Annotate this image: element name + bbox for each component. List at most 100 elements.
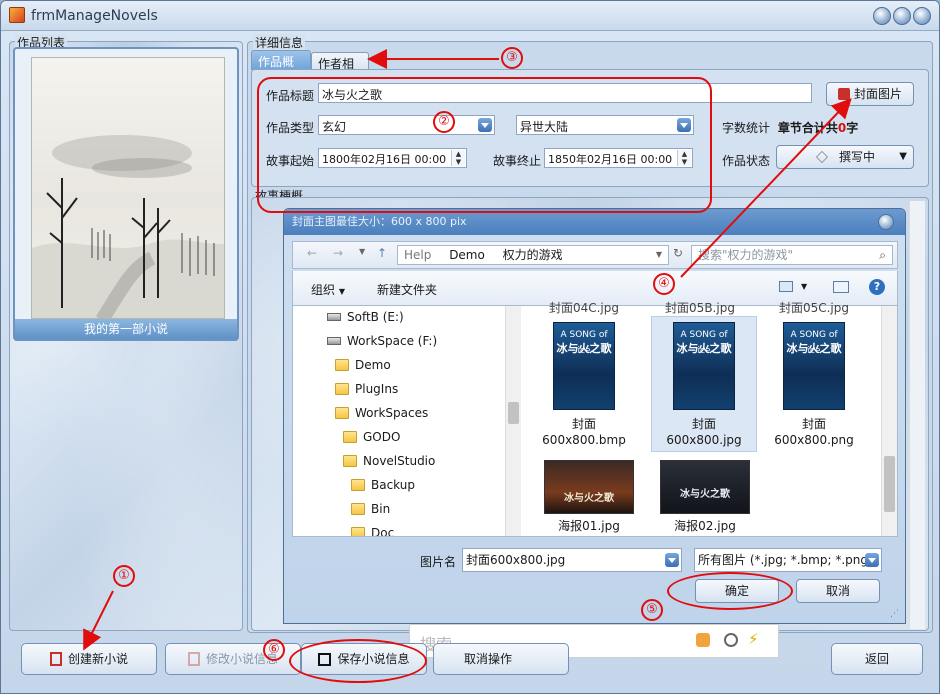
folder-icon <box>335 359 349 371</box>
file-poster-01[interactable]: 冰与火之歌 海报01.jpg <box>539 460 639 534</box>
minimize-button[interactable] <box>873 7 891 25</box>
preview-pane-icon[interactable] <box>833 281 849 293</box>
annotation-ellipse-ok <box>667 572 793 610</box>
word-count-prefix: 章节合计共 <box>777 121 838 135</box>
annotation-5: ⑤ <box>641 599 663 621</box>
tree-item-plugins[interactable]: PlugIns <box>335 382 398 396</box>
chevron-down-icon <box>865 553 879 567</box>
maximize-button[interactable] <box>893 7 911 25</box>
novel-card[interactable]: 我的第一部小说 <box>13 47 239 341</box>
filename-value: 封面600x800.jpg <box>466 553 566 567</box>
forward-arrow-icon[interactable]: → <box>333 246 343 260</box>
tree-scrollbar-thumb[interactable] <box>508 402 519 424</box>
title-bar: frmManageNovels <box>1 1 939 31</box>
details-label: 详细信息 <box>253 34 306 51</box>
resize-grip-icon[interactable]: ⋰ <box>890 609 899 619</box>
chevron-down-icon[interactable]: ▼ <box>359 247 365 256</box>
poster-thumbnail: 冰与火之歌 <box>660 460 750 514</box>
smile-icon[interactable] <box>696 633 710 647</box>
folder-icon <box>335 407 349 419</box>
synopsis-scrollbar[interactable] <box>909 201 925 629</box>
app-icon <box>9 7 25 23</box>
tree-item-backup[interactable]: Backup <box>351 478 415 492</box>
folder-icon <box>335 383 349 395</box>
novel-card-title: 我的第一部小说 <box>15 319 237 339</box>
breadcrumb-help[interactable]: Help <box>404 248 431 262</box>
up-arrow-icon[interactable]: ↑ <box>377 246 387 260</box>
files-scrollbar[interactable] <box>881 306 897 536</box>
file-cover-bmp[interactable]: A SONG of ice 冰与火之歌 封面 600x800.bmp <box>539 322 629 448</box>
tree-item-workspace-drive[interactable]: WorkSpace (F:) <box>327 334 437 348</box>
annotation-ellipse-save <box>289 639 427 683</box>
folder-tree: SoftB (E:) WorkSpace (F:) Demo PlugIns W… <box>293 306 505 536</box>
refresh-icon[interactable]: ↻ <box>673 246 683 260</box>
novel-cover-image <box>31 57 225 319</box>
create-novel-button[interactable]: 创建新小说 <box>21 643 157 675</box>
new-file-icon <box>49 652 62 666</box>
tree-scrollbar[interactable] <box>505 306 521 536</box>
chevron-down-icon[interactable]: ▼ <box>801 282 807 291</box>
dialog-close-button[interactable] <box>878 214 894 230</box>
annotation-3: ③ <box>501 47 523 69</box>
cover-image-button[interactable]: 封面图片 <box>826 82 914 106</box>
tree-item-demo[interactable]: Demo <box>335 358 391 372</box>
view-icon[interactable] <box>779 281 793 292</box>
close-button[interactable] <box>913 7 931 25</box>
folder-icon <box>351 527 365 536</box>
word-count-number: 0 <box>837 121 847 135</box>
file-partial-3[interactable]: 封面05C.jpg <box>769 300 859 316</box>
file-cover-png[interactable]: A SONG of ice 冰与火之歌 封面 600x800.png <box>769 322 859 448</box>
breadcrumb-current[interactable]: 权力的游戏 <box>503 248 563 262</box>
file-type-filter[interactable]: 所有图片 (*.jpg; *.bmp; *.png <box>694 548 882 572</box>
back-arrow-icon[interactable]: ← <box>307 246 317 260</box>
annotation-4: ④ <box>653 273 675 295</box>
file-partial-2[interactable]: 封面05B.jpg <box>655 300 745 316</box>
search-placeholder: 搜索"权力的游戏" <box>698 248 794 262</box>
folder-icon <box>343 455 357 467</box>
cover-thumbnail: A SONG of ice 冰与火之歌 <box>783 322 845 410</box>
back-button[interactable]: 返回 <box>831 643 923 675</box>
annotation-1: ① <box>113 565 135 587</box>
status-label: 作品状态 <box>722 154 771 168</box>
book-icon <box>837 88 850 100</box>
dialog-search-input[interactable]: 搜索"权力的游戏" ⌕ <box>691 245 893 265</box>
tree-item-bin[interactable]: Bin <box>351 502 390 516</box>
tab-author[interactable]: 作者相关 <box>311 52 369 88</box>
breadcrumb-demo[interactable]: Demo <box>449 248 485 262</box>
filename-label: 图片名 <box>420 555 457 569</box>
poster-thumbnail: 冰与火之歌 <box>544 460 634 514</box>
tab-summary[interactable]: 作品概要 <box>251 50 311 86</box>
clock-icon[interactable] <box>724 633 738 647</box>
window-title: frmManageNovels <box>31 8 158 24</box>
tree-item-softb[interactable]: SoftB (E:) <box>327 310 404 324</box>
word-count: 字数统计 章节合计共0字 <box>722 119 858 136</box>
help-icon[interactable]: ? <box>869 279 885 295</box>
annotation-box-form <box>257 77 712 213</box>
chevron-down-icon[interactable]: ▼ <box>656 246 662 264</box>
main-window: frmManageNovels 作品列表 我的第一部小说 详细信息 作品概 作者… <box>0 0 940 694</box>
file-partial-1[interactable]: 封面04C.jpg <box>539 300 629 316</box>
status-dropdown[interactable]: 撰写中 ▼ <box>776 145 914 169</box>
dialog-cancel-button[interactable]: 取消 <box>796 579 880 603</box>
file-cover-jpg[interactable]: A SONG of ice 冰与火之歌 封面 600x800.jpg <box>651 316 757 452</box>
tree-item-workspaces[interactable]: WorkSpaces <box>335 406 428 420</box>
new-folder-button[interactable]: 新建文件夹 <box>377 281 437 298</box>
dialog-file-pane: SoftB (E:) WorkSpace (F:) Demo PlugIns W… <box>292 301 898 537</box>
chevron-down-icon <box>665 553 679 567</box>
word-count-label: 字数统计 <box>722 121 771 135</box>
files-scrollbar-thumb[interactable] <box>884 456 895 512</box>
tree-item-doc[interactable]: Doc <box>351 526 394 536</box>
lightning-icon[interactable]: ⚡ <box>748 630 759 648</box>
filename-combo[interactable]: 封面600x800.jpg <box>462 548 682 572</box>
tree-item-novelstudio[interactable]: NovelStudio <box>343 454 435 468</box>
annotation-6: ⑥ <box>263 639 285 661</box>
cancel-operation-button[interactable]: 取消操作 <box>433 643 569 675</box>
file-poster-02[interactable]: 冰与火之歌 海报02.jpg <box>655 460 755 534</box>
organize-menu[interactable]: 组织 ▼ <box>311 281 345 298</box>
tree-item-godo[interactable]: GODO <box>343 430 400 444</box>
dialog-nav-bar: ← → ▼ ↑ Help Demo 权力的游戏 ▼ ↻ 搜索"权力的游戏" ⌕ <box>292 241 898 269</box>
annotation-2: ② <box>433 111 455 133</box>
chevron-down-icon: ▼ <box>899 151 907 162</box>
file-dialog: 封面主图最佳大小：600 x 800 pix ← → ▼ ↑ Help Demo… <box>283 208 906 624</box>
breadcrumb[interactable]: Help Demo 权力的游戏 ▼ <box>397 245 669 265</box>
